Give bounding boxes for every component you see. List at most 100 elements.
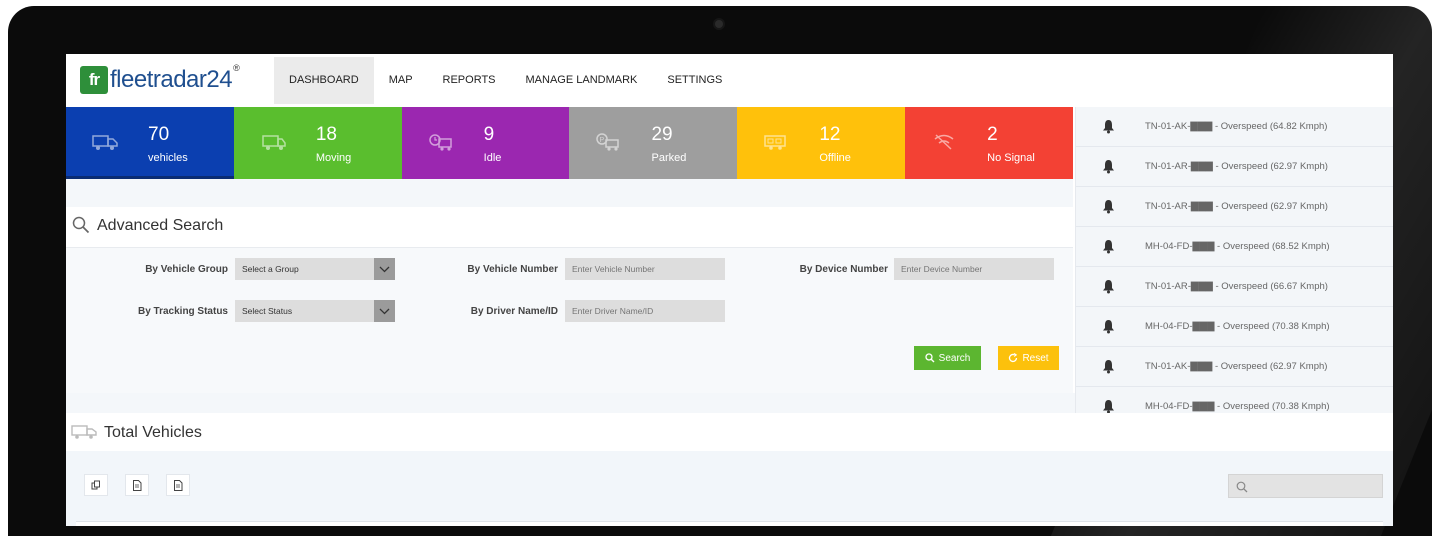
- stat-label: vehicles: [148, 152, 188, 164]
- alert-item[interactable]: TN-01-AK-▇▇▇ - Overspeed (62.97 Kmph): [1076, 347, 1393, 387]
- vehicle-group-label: By Vehicle Group: [145, 264, 228, 275]
- alert-text: TN-01-AK-▇▇▇ - Overspeed (62.97 Kmph): [1145, 361, 1328, 372]
- stat-label: No Signal: [987, 152, 1035, 164]
- truck-icon: [92, 135, 118, 150]
- vehicle-stats: 70 vehicles 18 Moving 9 Idle P 29 Parked…: [66, 107, 1073, 179]
- device-number-input[interactable]: [894, 258, 1054, 280]
- export-pdf-button[interactable]: [166, 474, 190, 496]
- reset-button-label: Reset: [1022, 352, 1049, 364]
- search-button-label: Search: [938, 352, 971, 364]
- file-icon: [174, 479, 183, 491]
- tracking-status-select[interactable]: Select Status: [235, 300, 395, 322]
- offline-trailer-icon: [764, 135, 787, 150]
- total-vehicles-title: Total Vehicles: [104, 424, 202, 441]
- driver-name-label: By Driver Name/ID: [470, 306, 558, 317]
- stat-value: 70: [148, 124, 170, 145]
- no-signal-icon: [934, 134, 954, 150]
- copy-icon: [91, 480, 100, 490]
- app-screen: fr fleetradar24 ® DASHBOARD MAP REPORTS …: [66, 54, 1393, 526]
- alert-text: TN-01-AR-▇▇▇ - Overspeed (62.97 Kmph): [1145, 161, 1328, 172]
- logo-mark: fr: [80, 66, 108, 94]
- nav-reports[interactable]: REPORTS: [428, 57, 511, 104]
- nav-settings[interactable]: SETTINGS: [652, 57, 737, 104]
- alert-text: TN-01-AR-▇▇▇ - Overspeed (66.67 Kmph): [1145, 281, 1328, 292]
- stat-no-signal[interactable]: 2 No Signal: [905, 107, 1073, 179]
- tracking-status-value: Select Status: [242, 306, 293, 316]
- vehicle-group-value: Select a Group: [242, 264, 299, 274]
- nav-map[interactable]: MAP: [374, 57, 428, 104]
- vehicle-number-input[interactable]: [565, 258, 725, 280]
- bell-icon: [1103, 200, 1114, 214]
- chevron-down-icon: [374, 300, 395, 322]
- alert-item[interactable]: TN-01-AK-▇▇▇ - Overspeed (64.82 Kmph): [1076, 107, 1393, 147]
- advanced-search-panel: Advanced Search By Vehicle Group Select …: [66, 207, 1073, 393]
- search-button[interactable]: Search: [914, 346, 981, 370]
- main-nav: DASHBOARD MAP REPORTS MANAGE LANDMARK SE…: [274, 57, 737, 104]
- copy-button[interactable]: [84, 474, 108, 496]
- driver-name-input[interactable]: [565, 300, 725, 322]
- brand-logo[interactable]: fr fleetradar24 ®: [80, 62, 240, 98]
- export-excel-button[interactable]: [125, 474, 149, 496]
- stat-label: Idle: [483, 152, 502, 164]
- stat-value: 18: [315, 124, 337, 145]
- svg-text:P: P: [600, 137, 605, 144]
- stat-value: 12: [819, 124, 841, 145]
- alert-item[interactable]: TN-01-AR-▇▇▇ - Overspeed (62.97 Kmph): [1076, 147, 1393, 187]
- logo-registered-mark: ®: [233, 63, 240, 73]
- logo-text: fleetradar24: [110, 66, 233, 93]
- stat-moving[interactable]: 18 Moving: [233, 107, 402, 179]
- table-search-input[interactable]: [1228, 474, 1383, 498]
- nav-manage-landmark[interactable]: MANAGE LANDMARK: [511, 57, 653, 104]
- bell-icon: [1103, 120, 1114, 134]
- alert-text: TN-01-AK-▇▇▇ - Overspeed (64.82 Kmph): [1145, 121, 1328, 132]
- idle-clock-icon: [428, 134, 452, 151]
- reset-button[interactable]: Reset: [998, 346, 1059, 370]
- chevron-down-icon: [374, 258, 395, 280]
- stat-value: 29: [651, 124, 673, 145]
- alert-item[interactable]: MH-04-FD-▇▇▇ - Overspeed (70.38 Kmph): [1076, 307, 1393, 347]
- bell-icon: [1103, 360, 1114, 374]
- stat-label: Parked: [651, 152, 687, 164]
- vehicle-number-label: By Vehicle Number: [467, 264, 558, 275]
- moving-truck-icon: [262, 135, 286, 150]
- nav-dashboard[interactable]: DASHBOARD: [274, 57, 374, 104]
- stat-value: 2: [987, 124, 998, 145]
- stat-value: 9: [483, 124, 495, 145]
- monitor-bezel: fr fleetradar24 ® DASHBOARD MAP REPORTS …: [8, 6, 1432, 536]
- alert-item[interactable]: TN-01-AR-▇▇▇ - Overspeed (66.67 Kmph): [1076, 267, 1393, 307]
- top-header: fr fleetradar24 ® DASHBOARD MAP REPORTS …: [66, 54, 1393, 107]
- stat-parked[interactable]: P 29 Parked: [569, 107, 738, 179]
- file-icon: [133, 479, 142, 491]
- webcam: [715, 20, 723, 28]
- stat-label: Moving: [315, 152, 352, 164]
- stat-total-vehicles[interactable]: 70 vehicles: [66, 107, 234, 179]
- total-vehicles-header: Total Vehicles: [66, 413, 1393, 451]
- alert-text: MH-04-FD-▇▇▇ - Overspeed (70.38 Kmph): [1145, 321, 1330, 332]
- total-vehicles-body: [66, 451, 1393, 526]
- alert-item[interactable]: TN-01-AR-▇▇▇ - Overspeed (62.97 Kmph): [1076, 187, 1393, 227]
- tracking-status-label: By Tracking Status: [137, 306, 228, 317]
- section-spacer: [66, 179, 1073, 207]
- bell-icon: [1103, 400, 1114, 414]
- device-number-label: By Device Number: [799, 264, 888, 275]
- alert-text: MH-04-FD-▇▇▇ - Overspeed (68.52 Kmph): [1145, 241, 1330, 252]
- search-icon: [72, 216, 90, 234]
- search-icon: [925, 353, 935, 363]
- alert-text: TN-01-AR-▇▇▇ - Overspeed (62.97 Kmph): [1145, 201, 1328, 212]
- section-spacer: [66, 393, 1075, 413]
- bell-icon: [1103, 240, 1114, 254]
- advanced-search-title: Advanced Search: [97, 217, 224, 234]
- truck-icon: [71, 425, 97, 439]
- refresh-icon: [1009, 353, 1018, 363]
- bell-icon: [1103, 320, 1114, 334]
- stat-label: Offline: [819, 152, 851, 164]
- advanced-search-header: Advanced Search: [66, 207, 1073, 248]
- bell-icon: [1103, 160, 1114, 174]
- vehicle-group-select[interactable]: Select a Group: [235, 258, 395, 280]
- search-icon: [1236, 481, 1248, 493]
- table-header-row: [76, 521, 1383, 526]
- bell-icon: [1103, 280, 1114, 294]
- alert-item[interactable]: MH-04-FD-▇▇▇ - Overspeed (68.52 Kmph): [1076, 227, 1393, 267]
- stat-idle[interactable]: 9 Idle: [401, 107, 570, 179]
- stat-offline[interactable]: 12 Offline: [737, 107, 906, 179]
